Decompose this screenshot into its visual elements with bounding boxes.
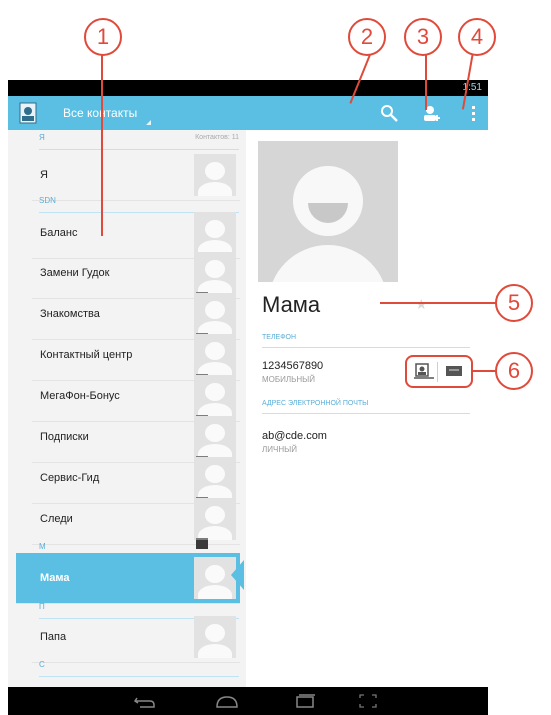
callout-6: 6 xyxy=(495,352,533,390)
contact-list[interactable]: Я Контактов: 11 Я SDN Баланс Замени Гудо… xyxy=(8,130,246,687)
navigation-bar xyxy=(8,687,488,715)
callout-3: 3 xyxy=(404,18,442,56)
section-header-s: С xyxy=(39,660,239,677)
recent-apps-icon[interactable] xyxy=(292,693,318,709)
contacts-app-icon[interactable] xyxy=(18,102,40,124)
avatar xyxy=(194,457,236,499)
contact-name: Следи xyxy=(40,513,73,525)
action-bar: Все контакты xyxy=(8,96,488,130)
search-icon[interactable] xyxy=(378,102,400,124)
avatar xyxy=(194,334,236,376)
contact-name: Знакомства xyxy=(40,308,100,320)
favorite-star-icon[interactable]: ★ xyxy=(415,296,428,313)
section-header-sdn-label: SDN xyxy=(39,196,56,205)
callout-box-6 xyxy=(405,355,473,388)
back-icon[interactable] xyxy=(132,693,158,709)
contact-name: Я xyxy=(40,169,48,181)
contact-photo[interactable] xyxy=(258,141,398,282)
contact-name: Замени Гудок xyxy=(40,267,110,279)
email-address[interactable]: ab@cde.com xyxy=(262,430,327,442)
home-icon[interactable] xyxy=(214,693,240,709)
phone-type: МОБИЛЬНЫЙ xyxy=(262,375,315,384)
section-header-s-label: С xyxy=(39,660,45,669)
dropdown-caret-icon xyxy=(146,120,151,125)
section-header-m-label: М xyxy=(39,542,46,551)
avatar xyxy=(194,375,236,417)
phone-number[interactable]: 1234567890 xyxy=(262,360,323,372)
callout-line-3 xyxy=(425,52,427,110)
callout-5: 5 xyxy=(495,284,533,322)
screenshot-icon[interactable] xyxy=(358,693,378,709)
contact-name: Подписки xyxy=(40,431,89,443)
avatar xyxy=(194,154,236,196)
callout-line-6 xyxy=(473,370,497,372)
selection-pointer xyxy=(231,560,244,590)
overflow-menu-icon[interactable] xyxy=(462,102,484,124)
contact-name: Папа xyxy=(40,631,67,643)
contact-row-me[interactable]: Я xyxy=(32,150,240,201)
contact-row-papa[interactable]: Папа xyxy=(32,612,240,663)
section-header-me: Я Контактов: 11 xyxy=(39,133,239,150)
section-header-me-label: Я xyxy=(39,133,45,142)
contact-name: Сервис-Гид xyxy=(40,472,100,484)
callout-1: 1 xyxy=(84,18,122,56)
contact-name: Баланс xyxy=(40,227,78,239)
avatar xyxy=(194,252,236,294)
contact-row-sledi[interactable]: Следи xyxy=(32,494,240,549)
callout-line-5 xyxy=(380,302,496,304)
callout-2: 2 xyxy=(348,18,386,56)
add-contact-icon[interactable] xyxy=(420,102,442,124)
email-type: ЛИЧНЫЙ xyxy=(262,445,297,454)
contact-name: МегаФон-Бонус xyxy=(40,390,120,402)
contact-detail-name: Мама xyxy=(262,292,321,317)
contact-name: Мама xyxy=(40,572,70,584)
phone-section-header: ТЕЛЕФОН xyxy=(262,334,470,348)
section-header-p-label: П xyxy=(39,602,45,611)
contact-row-mama-selected[interactable]: Мама xyxy=(16,553,240,604)
avatar xyxy=(194,616,236,658)
contact-name: Контактный центр xyxy=(40,349,133,361)
avatar xyxy=(194,498,236,540)
contacts-count: Контактов: 11 xyxy=(195,134,239,141)
avatar xyxy=(194,557,236,599)
avatar xyxy=(194,293,236,335)
avatar xyxy=(194,416,236,458)
status-bar: 1:51 xyxy=(8,80,488,96)
callout-line-1 xyxy=(101,52,103,236)
callout-4: 4 xyxy=(458,18,496,56)
email-section-header: АДРЕС ЭЛЕКТРОННОЙ ПОЧТЫ xyxy=(262,400,470,414)
